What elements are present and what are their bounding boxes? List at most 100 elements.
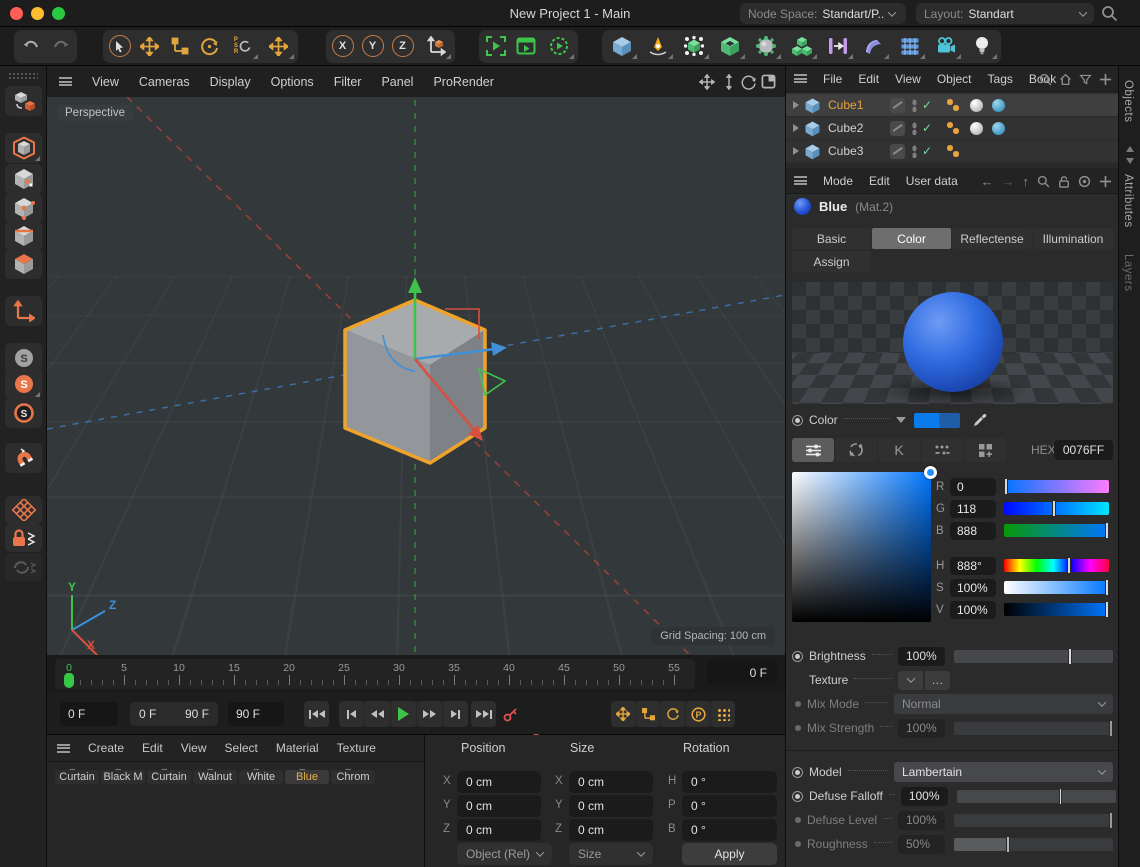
channel-radio-icon[interactable] — [792, 415, 803, 426]
material-blue-tag[interactable] — [992, 122, 1005, 135]
rewind-button[interactable] — [365, 701, 390, 727]
add-spline-button[interactable] — [640, 32, 675, 61]
enabled-check-icon[interactable]: ✓ — [922, 121, 932, 135]
rot-b-input[interactable]: 0 ° — [682, 819, 777, 841]
end-frame-input[interactable]: 90 F — [228, 702, 284, 726]
tab-reflectense[interactable]: Reflectense — [952, 228, 1032, 249]
object-menu-icon[interactable] — [794, 74, 807, 83]
scale-tool[interactable] — [165, 32, 194, 61]
defuse-level-slider[interactable] — [954, 814, 1113, 827]
edge-mode-button[interactable] — [5, 221, 42, 251]
point-mode-button[interactable] — [5, 193, 42, 223]
psr-tool[interactable]: PSR — [225, 32, 260, 61]
phong-tag[interactable] — [946, 98, 961, 112]
phong-tag[interactable] — [946, 121, 961, 135]
apply-button[interactable]: Apply — [682, 843, 777, 865]
key-parameter-button[interactable]: P — [686, 701, 710, 727]
picker-sliders-button[interactable] — [792, 438, 834, 462]
move-tool[interactable] — [135, 32, 164, 61]
object-menu-file[interactable]: File — [823, 72, 842, 86]
snap-enabled-button[interactable]: S — [5, 369, 42, 399]
goto-start-button[interactable] — [304, 701, 329, 727]
sv-picker-square[interactable] — [792, 472, 931, 622]
layer-color-box[interactable] — [890, 98, 905, 113]
y-axis-lock-button[interactable]: Y — [358, 32, 387, 61]
object-menu-view[interactable]: View — [895, 72, 921, 86]
h-input[interactable]: 888° — [950, 557, 996, 575]
key-pla-button[interactable] — [711, 701, 735, 727]
z-axis-lock-button[interactable]: Z — [388, 32, 417, 61]
attribute-menu-userdata[interactable]: User data — [906, 174, 958, 188]
defuse-falloff-radio-icon[interactable] — [792, 791, 803, 802]
add-extrude-button[interactable] — [712, 32, 747, 61]
viewport-menu-panel[interactable]: Panel — [381, 75, 413, 89]
r-input[interactable]: 0 — [950, 478, 996, 496]
picker-wheel-button[interactable] — [835, 438, 877, 462]
camera-pan-icon[interactable] — [699, 74, 715, 90]
close-window-button[interactable] — [10, 7, 23, 20]
current-frame-input[interactable]: 0 F — [60, 702, 118, 726]
workplane-grid-button[interactable] — [5, 496, 42, 524]
color-swatch[interactable] — [914, 413, 960, 428]
b-input[interactable]: 888 — [950, 522, 996, 540]
expander-icon[interactable] — [793, 147, 799, 155]
object-menu-tags[interactable]: Tags — [988, 72, 1013, 86]
object-row-cube3[interactable]: Cube3 ✓ — [786, 140, 1118, 162]
expander-icon[interactable] — [793, 101, 799, 109]
roughness-input[interactable]: 50% — [898, 835, 945, 854]
material-tile[interactable]: White — [239, 767, 283, 784]
add-bend-deformer-button[interactable] — [856, 32, 891, 61]
picker-mixer-button[interactable] — [921, 438, 963, 462]
live-selection-tool[interactable] — [105, 32, 134, 61]
position-mode-dropdown[interactable]: Object (Rel) — [457, 843, 552, 865]
viewport-menu-cameras[interactable]: Cameras — [139, 75, 190, 89]
s-input[interactable]: 100% — [950, 579, 996, 597]
pos-y-input[interactable]: 0 cm — [457, 795, 541, 817]
next-key-button[interactable] — [443, 701, 468, 727]
material-blue-tag[interactable] — [992, 99, 1005, 112]
g-input[interactable]: 118 — [950, 500, 996, 518]
lock-icon[interactable] — [1058, 175, 1070, 188]
picker-kelvin-button[interactable]: K — [878, 438, 920, 462]
rot-p-input[interactable]: 0 ° — [682, 795, 777, 817]
roughness-slider[interactable] — [954, 838, 1113, 851]
goto-end-button[interactable] — [471, 701, 496, 727]
enabled-check-icon[interactable]: ✓ — [922, 98, 932, 112]
pos-x-input[interactable]: 0 cm — [457, 771, 541, 793]
magnet-snap-button[interactable] — [5, 443, 42, 473]
add-environment-button[interactable] — [892, 32, 927, 61]
material-tile[interactable]: Curtain — [55, 767, 99, 784]
model-radio-icon[interactable] — [792, 767, 803, 778]
render-view-button[interactable] — [481, 32, 510, 61]
brightness-slider[interactable] — [954, 650, 1113, 663]
material-tile[interactable]: Chrom — [331, 767, 375, 784]
add-icon[interactable] — [1099, 175, 1112, 188]
add-icon[interactable] — [1099, 73, 1112, 86]
material-menu-material[interactable]: Material — [276, 741, 319, 755]
defuse-falloff-slider[interactable] — [957, 790, 1116, 803]
object-menu-object[interactable]: Object — [937, 72, 972, 86]
pos-z-input[interactable]: 0 cm — [457, 819, 541, 841]
current-frame-field[interactable]: 0 F — [707, 661, 777, 685]
phong-tag[interactable] — [946, 144, 961, 158]
search-icon[interactable] — [1101, 5, 1118, 22]
rot-h-input[interactable]: 0 ° — [682, 771, 777, 793]
viewport-menu-view[interactable]: View — [92, 75, 119, 89]
size-z-input[interactable]: 0 cm — [569, 819, 653, 841]
texture-mode-button[interactable] — [5, 164, 42, 194]
defuse-level-input[interactable]: 100% — [898, 811, 945, 830]
material-white-tag[interactable] — [970, 99, 983, 112]
v-input[interactable]: 100% — [950, 601, 996, 619]
key-rotation-button[interactable] — [661, 701, 685, 727]
key-position-button[interactable] — [611, 701, 635, 727]
sync-workplane-button[interactable] — [5, 553, 42, 581]
lock-workplane-button[interactable] — [5, 524, 42, 552]
g-slider[interactable] — [1004, 502, 1109, 515]
enabled-check-icon[interactable]: ✓ — [922, 144, 932, 158]
material-menu-view[interactable]: View — [181, 741, 207, 755]
texture-browse-button[interactable]: … — [925, 671, 950, 690]
viewport-menu-prorender[interactable]: ProRender — [433, 75, 493, 89]
material-menu-create[interactable]: Create — [88, 741, 124, 755]
size-x-input[interactable]: 0 cm — [569, 771, 653, 793]
make-editable-button[interactable] — [5, 86, 42, 116]
